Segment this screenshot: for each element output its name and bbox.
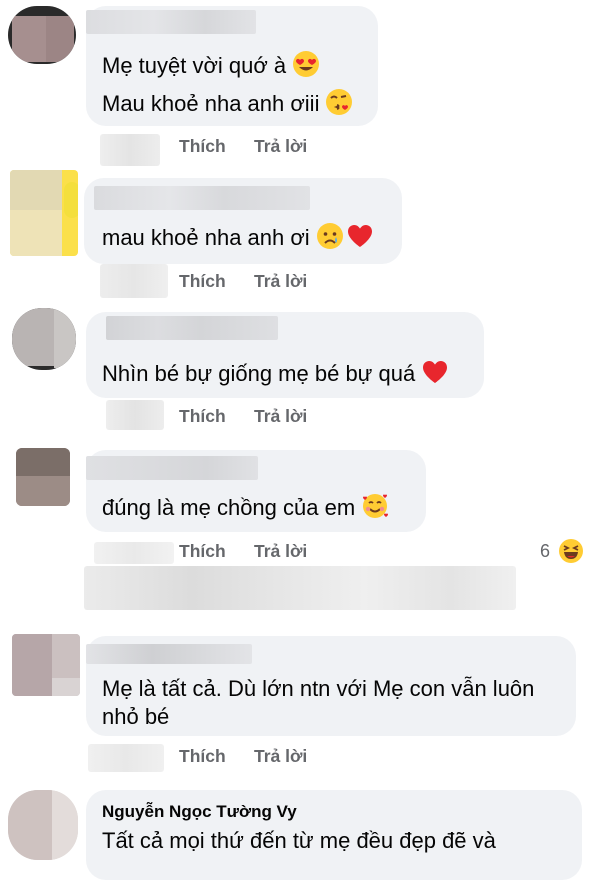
- blurred-author-name: [94, 186, 310, 210]
- blurred-reply: [84, 566, 516, 610]
- blurred-timestamp: [94, 542, 174, 564]
- comment-text: mau khoẻ nha anh ơi: [102, 222, 374, 258]
- blurred-timestamp: [106, 400, 164, 430]
- kissing-emoji-icon: [325, 88, 353, 124]
- comment-line: Nhìn bé bự giống mẹ bé bự quá: [102, 361, 416, 386]
- reply-button[interactable]: Trả lời: [254, 746, 307, 767]
- comment-bubble: Mẹ tuyệt vời quớ à Mau khoẻ nha anh ơiii: [86, 6, 378, 126]
- avatar[interactable]: [12, 308, 76, 370]
- heart-eyes-emoji-icon: [292, 50, 320, 86]
- comment-bubble: Nguyễn Ngọc Tường Vy Tất cả mọi thứ đến …: [86, 790, 582, 880]
- comment-line: Mẹ tuyệt vời quớ à: [102, 53, 287, 78]
- blurred-author-name: [86, 10, 256, 34]
- blurred-timestamp: [100, 264, 168, 298]
- avatar[interactable]: [8, 6, 76, 64]
- comment-bubble: Mẹ là tất cả. Dù lớn ntn với Mẹ con vẫn …: [86, 636, 576, 736]
- like-button[interactable]: Thích: [179, 136, 226, 157]
- comment-line: mau khoẻ nha anh ơi: [102, 225, 310, 250]
- smiling-hearts-emoji-icon: [361, 492, 389, 528]
- comment-line: nhỏ bé: [102, 704, 170, 729]
- comment-text: Mẹ tuyệt vời quớ à: [102, 50, 320, 86]
- comment-line: Mẹ là tất cả. Dù lớn ntn với Mẹ con vẫn …: [102, 676, 535, 701]
- avatar[interactable]: [8, 790, 78, 860]
- comment-bubble: đúng là mẹ chồng của em: [86, 450, 426, 532]
- blurred-author-name: [86, 644, 252, 664]
- blurred-timestamp: [100, 134, 160, 166]
- reply-button[interactable]: Trả lời: [254, 136, 307, 157]
- crying-emoji-icon: [316, 222, 344, 258]
- comment-line: đúng là mẹ chồng của em: [102, 495, 356, 520]
- avatar[interactable]: [16, 448, 70, 506]
- like-button[interactable]: Thích: [179, 746, 226, 767]
- avatar[interactable]: [12, 634, 80, 696]
- comment-text: Tất cả mọi thứ đến từ mẹ đều đẹp đẽ và: [102, 826, 496, 856]
- red-heart-icon: [346, 222, 374, 258]
- blurred-author-name: [86, 456, 258, 480]
- comment-text: Mau khoẻ nha anh ơiii: [102, 88, 353, 124]
- blurred-timestamp: [88, 744, 164, 772]
- blurred-author-name: [106, 316, 278, 340]
- reply-button[interactable]: Trả lời: [254, 406, 307, 427]
- comment-text: đúng là mẹ chồng của em: [102, 492, 389, 528]
- comment-author[interactable]: Nguyễn Ngọc Tường Vy: [102, 802, 297, 822]
- like-button[interactable]: Thích: [179, 406, 226, 427]
- reaction-count[interactable]: 6: [540, 541, 550, 562]
- avatar[interactable]: [10, 170, 78, 256]
- like-button[interactable]: Thích: [179, 541, 226, 562]
- comment-text: Mẹ là tất cả. Dù lớn ntn với Mẹ con vẫn …: [102, 674, 534, 704]
- comment-bubble: Nhìn bé bự giống mẹ bé bự quá: [86, 312, 484, 398]
- comment-bubble: mau khoẻ nha anh ơi: [84, 178, 402, 264]
- like-button[interactable]: Thích: [179, 271, 226, 292]
- comment-text: nhỏ bé: [102, 702, 169, 732]
- red-heart-icon: [421, 358, 449, 394]
- laughing-reaction-icon[interactable]: [558, 538, 584, 569]
- comment-text: Nhìn bé bự giống mẹ bé bự quá: [102, 358, 449, 394]
- comment-line: Mau khoẻ nha anh ơiii: [102, 91, 320, 116]
- reply-button[interactable]: Trả lời: [254, 541, 307, 562]
- comment-line: Tất cả mọi thứ đến từ mẹ đều đẹp đẽ và: [102, 828, 496, 853]
- reply-button[interactable]: Trả lời: [254, 271, 307, 292]
